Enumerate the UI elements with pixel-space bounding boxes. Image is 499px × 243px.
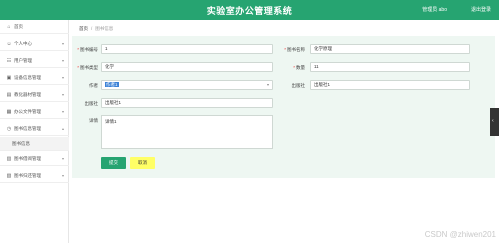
book-type-input[interactable]: 化学 bbox=[101, 62, 273, 72]
breadcrumb-bar bbox=[70, 20, 499, 35]
current-user-label: 管理员 abo bbox=[422, 7, 447, 13]
detail-textarea[interactable]: 详情1 bbox=[101, 115, 273, 149]
chevron-down-icon: ▾ bbox=[61, 173, 64, 178]
sidebar-item-label: 办公文件管理 bbox=[14, 109, 41, 114]
book-name-input[interactable]: 化学原理 bbox=[310, 44, 470, 54]
sidebar-item-home[interactable]: ⌂ 首页 bbox=[0, 20, 69, 34]
quantity-input[interactable]: 11 bbox=[310, 62, 470, 72]
borrow-icon: ▥ bbox=[6, 156, 12, 162]
book-no-input[interactable]: 1 bbox=[101, 44, 273, 54]
device-icon: ▣ bbox=[6, 75, 12, 81]
author-label: 作者 bbox=[89, 83, 98, 88]
sidebar-item-label: 图书信息管理 bbox=[14, 126, 41, 131]
sidebar-item-label: 首页 bbox=[14, 24, 23, 29]
book-no-label: *图书编号 bbox=[77, 47, 98, 52]
publisher-label: 出版社 bbox=[291, 83, 306, 88]
file-icon: ▦ bbox=[6, 109, 12, 115]
logout-link[interactable]: 退出登录 bbox=[471, 6, 491, 13]
chevron-left-icon: ‹ bbox=[492, 118, 494, 124]
publisher-input[interactable]: 出版社1 bbox=[310, 80, 470, 90]
return-icon: ▧ bbox=[6, 173, 12, 179]
author-selected-value: 作者1 bbox=[105, 82, 119, 87]
person-icon: ☺ bbox=[6, 41, 12, 47]
sidebar-item-equipment[interactable]: ▤ 教化器材管理 ▾ bbox=[0, 88, 69, 102]
press-input[interactable]: 出版社1 bbox=[101, 98, 273, 108]
author-select[interactable]: 作者1 ▾ bbox=[101, 80, 273, 90]
book-icon: ◷ bbox=[6, 126, 12, 132]
breadcrumb-separator: / bbox=[91, 26, 93, 31]
sidebar-item-return[interactable]: ▧ 图书归还管理 ▾ bbox=[0, 169, 69, 183]
equipment-icon: ▤ bbox=[6, 92, 12, 98]
sidebar-item-label: 设备信息管理 bbox=[14, 75, 41, 80]
submit-button[interactable]: 提交 bbox=[101, 157, 126, 169]
chevron-down-icon: ▾ bbox=[61, 156, 64, 161]
cancel-button[interactable]: 取消 bbox=[130, 157, 155, 169]
breadcrumb-current: 图书信息 bbox=[95, 26, 114, 31]
chevron-up-icon: ▴ bbox=[61, 126, 64, 131]
watermark: CSDN @zhiwen201 bbox=[424, 230, 496, 239]
sidebar-item-label: 个人中心 bbox=[14, 41, 32, 46]
home-icon: ⌂ bbox=[7, 24, 11, 30]
press-label: 出版社 bbox=[84, 101, 99, 106]
chevron-down-icon: ▾ bbox=[61, 109, 64, 114]
side-panel-toggle[interactable]: ‹ bbox=[490, 108, 499, 136]
chevron-down-icon: ▾ bbox=[61, 75, 64, 80]
breadcrumb-home[interactable]: 首页 bbox=[79, 26, 88, 31]
book-type-label: *图书类型 bbox=[77, 65, 98, 70]
sidebar-item-files[interactable]: ▦ 办公文件管理 ▾ bbox=[0, 105, 69, 119]
sidebar-item-label: 图书信息 bbox=[12, 141, 30, 146]
quantity-label: *数量 bbox=[293, 65, 305, 70]
sidebar-subitem-book-info[interactable]: 图书信息 bbox=[0, 137, 69, 151]
book-name-label: *图书名称 bbox=[284, 47, 305, 52]
sidebar-item-books[interactable]: ◷ 图书信息管理 ▴ bbox=[0, 122, 69, 136]
detail-label: 详情 bbox=[89, 118, 98, 123]
chevron-down-icon: ▾ bbox=[61, 92, 64, 97]
sidebar-item-label: 图书借阅管理 bbox=[14, 156, 41, 161]
users-icon: ☷ bbox=[6, 58, 12, 64]
sidebar-item-label: 用户管理 bbox=[14, 58, 32, 63]
breadcrumb: 首页 / 图书信息 bbox=[79, 26, 113, 32]
chevron-down-icon: ▾ bbox=[61, 41, 64, 46]
sidebar-item-borrow[interactable]: ▥ 图书借阅管理 ▾ bbox=[0, 152, 69, 166]
sidebar-item-label: 图书归还管理 bbox=[14, 173, 41, 178]
chevron-down-icon: ▾ bbox=[61, 58, 64, 63]
sidebar-item-label: 教化器材管理 bbox=[14, 92, 41, 97]
